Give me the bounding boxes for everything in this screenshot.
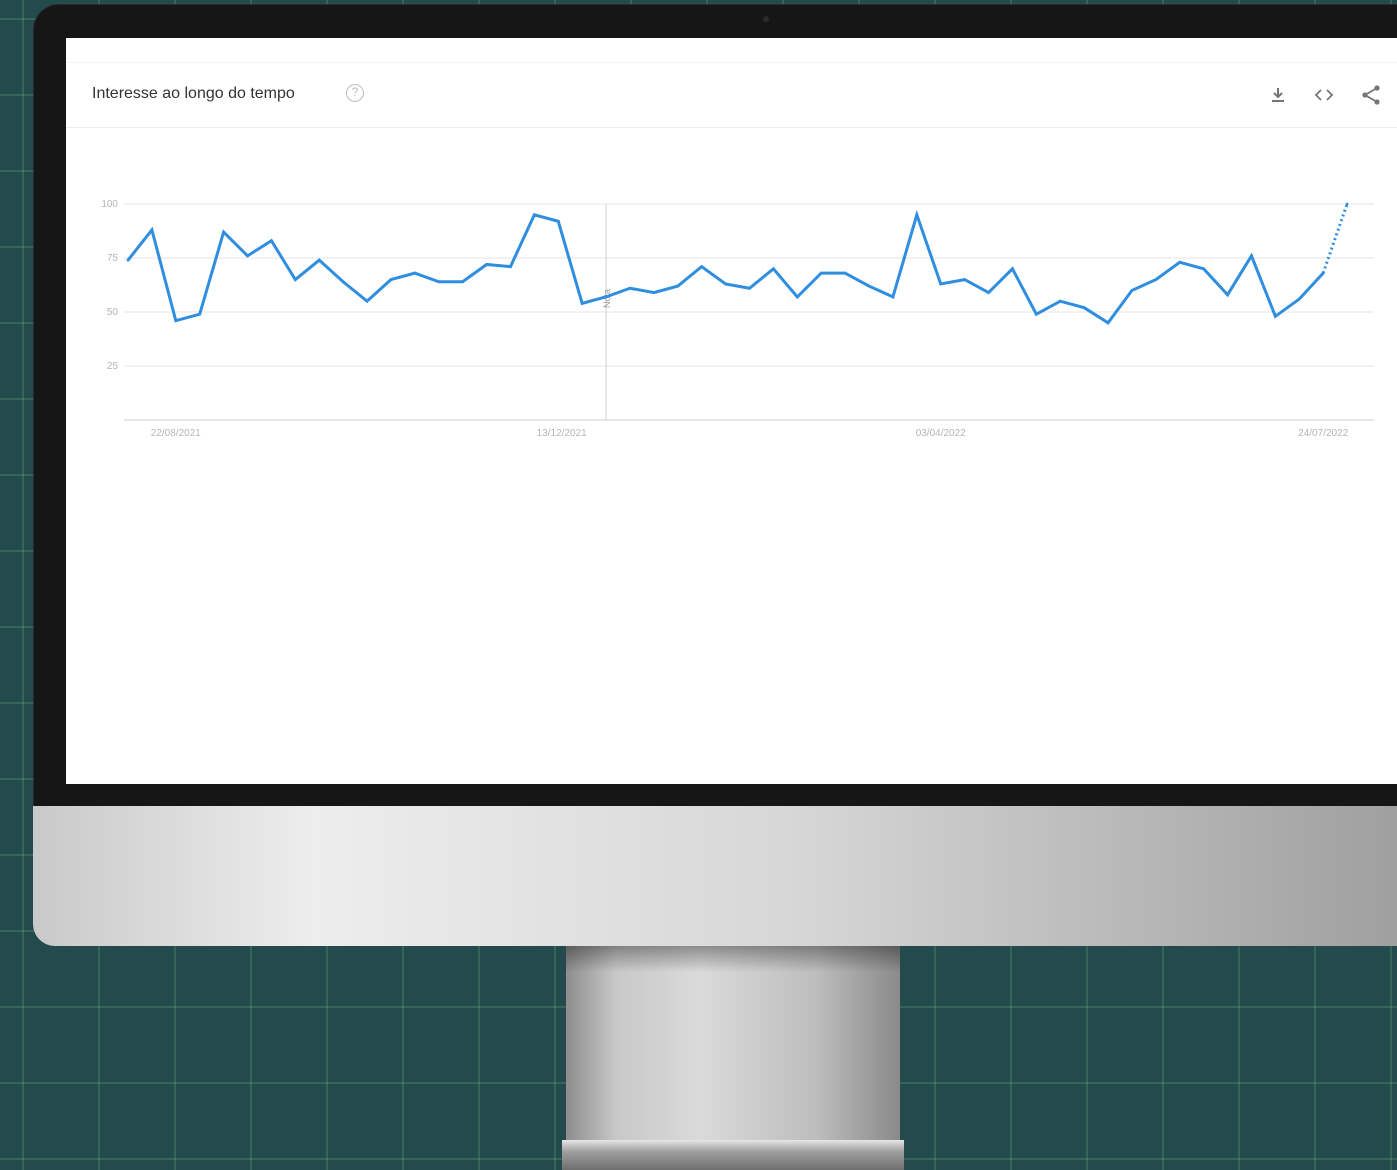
- data-point: [1226, 293, 1229, 297]
- y-tick-label: 50: [107, 307, 119, 318]
- data-point: [317, 258, 321, 262]
- data-point: [293, 278, 297, 281]
- data-point: [437, 280, 441, 284]
- data-point: [174, 319, 178, 323]
- share-icon[interactable]: [1359, 83, 1383, 107]
- data-point: [748, 286, 751, 290]
- data-point: [1297, 297, 1301, 301]
- data-point: [246, 254, 249, 258]
- download-icon[interactable]: [1266, 83, 1290, 107]
- data-point: [915, 213, 919, 217]
- data-point: [1082, 306, 1086, 310]
- data-point: [126, 258, 130, 262]
- monitor-chin: [33, 806, 1397, 946]
- x-tick-label: 22/08/2021: [151, 428, 201, 439]
- data-point: [987, 291, 990, 294]
- data-point: [724, 282, 727, 286]
- data-point: [819, 271, 823, 275]
- monitor-stand: [566, 946, 900, 1142]
- data-point: [1345, 202, 1349, 206]
- data-point: [1154, 278, 1158, 281]
- data-point: [676, 284, 680, 288]
- help-icon[interactable]: ?: [346, 84, 364, 102]
- data-point: [604, 295, 608, 299]
- screen: Interesse ao longo do tempo ? 25 50 75 100 2…: [66, 38, 1397, 784]
- data-point: [1250, 254, 1253, 258]
- interest-over-time-chart: 25 50 75 100 22/08/2021 13/12/2021 03/04/2022 2…: [101, 199, 1374, 439]
- data-point: [341, 280, 345, 284]
- data-point: [365, 299, 369, 303]
- series-line: [126, 209, 1325, 325]
- data-point: [150, 228, 154, 232]
- y-tick-label: 25: [107, 361, 119, 372]
- data-point: [772, 267, 775, 271]
- data-point: [939, 282, 943, 286]
- chart-card-header: Interesse ao longo do tempo ?: [66, 62, 1397, 128]
- data-point: [891, 295, 895, 299]
- data-point: [1202, 267, 1206, 271]
- data-point: [1321, 271, 1325, 275]
- stand-shadow: [566, 946, 900, 972]
- data-point: [652, 291, 656, 294]
- data-point: [222, 230, 226, 234]
- data-point: [963, 278, 967, 281]
- data-point: [509, 265, 512, 269]
- data-point: [1273, 314, 1277, 318]
- data-point: [843, 271, 847, 275]
- monitor-base: [562, 1140, 904, 1170]
- chart-card-title: Interesse ao longo do tempo: [92, 85, 295, 102]
- series-line-partial: [1321, 203, 1349, 274]
- data-point: [1011, 267, 1014, 271]
- data-point: [1130, 289, 1134, 292]
- camera-dot: [763, 16, 769, 22]
- data-point: [532, 213, 536, 217]
- data-point: [556, 219, 560, 223]
- data-point: [1034, 312, 1038, 316]
- x-tick-label: 03/04/2022: [916, 428, 966, 439]
- data-point: [1178, 260, 1182, 264]
- data-point: [485, 263, 488, 266]
- embed-icon[interactable]: [1312, 83, 1336, 107]
- data-point: [413, 271, 417, 275]
- data-point: [795, 295, 799, 299]
- data-point: [1106, 321, 1110, 325]
- y-tick-label: 100: [101, 199, 118, 210]
- data-point: [1058, 299, 1062, 303]
- data-point: [867, 284, 871, 288]
- data-point: [580, 301, 584, 305]
- data-point: [628, 286, 632, 290]
- data-point: [700, 265, 704, 269]
- x-tick-label: 13/12/2021: [537, 428, 587, 439]
- x-tick-label: 24/07/2022: [1298, 428, 1348, 439]
- data-point: [389, 278, 393, 281]
- data-point: [198, 312, 202, 316]
- data-point: [270, 239, 273, 243]
- y-tick-label: 75: [107, 253, 119, 264]
- data-point: [461, 280, 465, 284]
